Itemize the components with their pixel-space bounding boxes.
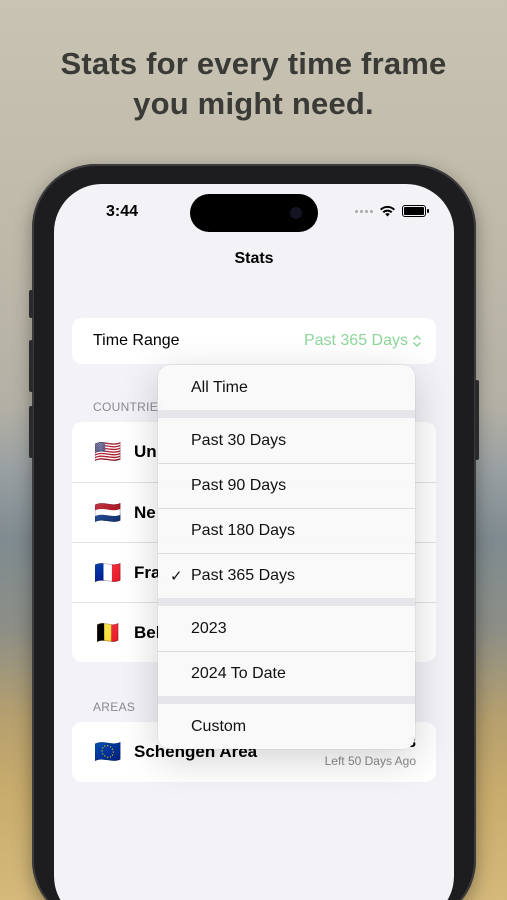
country-name: Bel (134, 622, 161, 642)
phone-power-button (475, 380, 479, 460)
area-subtitle: Left 50 Days Ago (324, 754, 416, 768)
phone-volume-down-button (29, 406, 33, 458)
dynamic-island (190, 194, 318, 232)
time-range-label: Time Range (93, 332, 180, 349)
menu-group-separator (158, 598, 415, 606)
countries-section-header: COUNTRIES (93, 400, 167, 414)
status-time: 3:44 (106, 203, 139, 220)
menu-item-label: Past 90 Days (191, 477, 287, 494)
menu-item-label: Custom (191, 717, 247, 735)
menu-item-label: Past 180 Days (191, 522, 296, 539)
menu-item[interactable]: 2023 (158, 606, 415, 651)
areas-section-header: AREAS (93, 700, 136, 714)
menu-item[interactable]: Past 180 Days (158, 508, 415, 553)
menu-item[interactable]: Custom (158, 704, 415, 749)
time-range-picker[interactable]: Time Range Past 365 Days (72, 318, 436, 364)
camera-icon (290, 207, 302, 219)
checkmark-icon: ✓ (170, 568, 183, 585)
time-range-menu: All Time Past 30 Days Past 90 Days Past 180… (158, 365, 415, 749)
chevron-up-down-icon (413, 335, 421, 347)
menu-group-separator (158, 410, 415, 418)
menu-item-label: 2023 (191, 619, 227, 637)
headline: Stats for every time frame you might nee… (0, 44, 507, 124)
flag-icon: 🇫🇷 (94, 559, 122, 585)
menu-item[interactable]: Past 30 Days (158, 418, 415, 463)
country-name: Ne (134, 502, 156, 522)
menu-item-label: 2024 To Date (191, 665, 286, 682)
page-title: Stats (234, 250, 274, 267)
menu-item[interactable]: ✓ Past 365 Days (158, 553, 415, 598)
menu-item-label: Past 30 Days (191, 431, 287, 449)
headline-line-2: you might need. (133, 86, 374, 121)
country-name: Un (134, 442, 157, 461)
signal-dots-icon (355, 209, 373, 213)
flag-icon: 🇳🇱 (94, 499, 122, 525)
menu-item[interactable]: Past 90 Days (158, 463, 415, 508)
time-range-value[interactable]: Past 365 Days (304, 332, 422, 350)
phone-volume-up-button (29, 340, 33, 392)
battery-icon (402, 205, 429, 217)
country-name: Fra (134, 562, 161, 582)
menu-item[interactable]: 2024 To Date (158, 651, 415, 696)
menu-item-label: All Time (191, 378, 248, 396)
time-range-selected: Past 365 Days (303, 332, 408, 349)
flag-icon: 🇧🇪 (94, 619, 122, 645)
flag-icon: 🇺🇸 (94, 439, 122, 464)
phone-screen: 3:44 Stats Time Range Past 365 Days COUN… (54, 184, 454, 900)
menu-group-separator (158, 696, 415, 704)
menu-item[interactable]: All Time (158, 365, 415, 410)
status-icons (355, 205, 429, 217)
menu-item-label: Past 365 Days (191, 567, 296, 584)
flag-icon: 🇪🇺 (94, 739, 122, 764)
phone-action-button (29, 290, 33, 318)
headline-line-1: Stats for every time frame (60, 46, 447, 81)
wifi-icon (380, 205, 395, 217)
